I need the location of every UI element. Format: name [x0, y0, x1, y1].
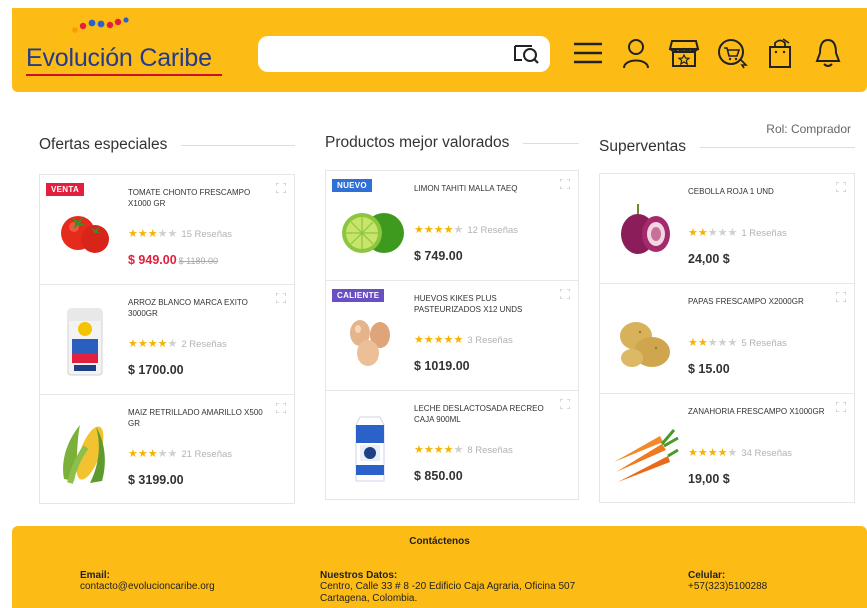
rating-stars: ★★★★★ 8 Reseñas — [414, 444, 513, 456]
header-bar: Evolución Caribe — [12, 8, 867, 92]
expand-icon[interactable] — [836, 182, 846, 192]
store-icon[interactable] — [666, 34, 702, 72]
product-price: 24,00 $ — [688, 252, 730, 266]
product-name[interactable]: LIMON TAHITI MALLA TAEQ — [414, 183, 554, 194]
expand-icon[interactable] — [276, 183, 286, 193]
section-title: Ofertas especiales — [39, 136, 295, 154]
search-input[interactable] — [268, 42, 498, 66]
rating-stars: ★★★★★ 34 Reseñas — [688, 447, 793, 459]
product-card[interactable]: PAPAS FRESCAMPO X2000GR ★★★★★ 5 Reseñas $… — [600, 284, 854, 394]
eggs-image — [350, 320, 390, 366]
footer-title: Contáctenos — [409, 536, 470, 547]
logo[interactable]: Evolución Caribe — [26, 14, 226, 78]
phone-value[interactable]: +57(323)5100288 — [688, 581, 767, 593]
product-name[interactable]: PAPAS FRESCAMPO X2000GR — [688, 296, 828, 307]
product-name[interactable]: CEBOLLA ROJA 1 UND — [688, 186, 828, 197]
product-name[interactable]: ZANAHORIA FRESCAMPO X1000GR — [688, 406, 828, 417]
bell-icon[interactable] — [810, 34, 846, 72]
product-name[interactable]: MAIZ RETRILLADO AMARILLO X500 GR — [128, 407, 268, 429]
lime-image — [342, 213, 404, 253]
product-price: $ 949.00 $ 1189.00 — [128, 253, 219, 267]
potato-image — [620, 322, 670, 367]
expand-icon[interactable] — [560, 289, 570, 299]
product-name[interactable]: HUEVOS KIKES PLUS PASTEURIZADOS X12 UNDS — [414, 293, 554, 315]
corn-image — [63, 425, 105, 484]
rating-stars: ★★★★★ 21 Reseñas — [128, 448, 233, 460]
tomato-image — [61, 216, 109, 253]
rice-bag-image — [67, 308, 103, 376]
product-name[interactable]: TOMATE CHONTO FRESCAMPO X1000 GR — [128, 187, 268, 209]
product-price: $ 15.00 — [688, 362, 730, 376]
address-value: Centro, Calle 33 # 8 -20 Edificio Caja A… — [320, 581, 576, 604]
expand-icon[interactable] — [560, 399, 570, 409]
logo-text: Evolución Caribe — [26, 44, 212, 72]
role-label: Rol: Comprador — [766, 122, 851, 136]
product-card[interactable]: ARROZ BLANCO MARCA EXITO 3000GR ★★★★★ 2 R… — [40, 285, 294, 395]
red-onion-image — [621, 204, 670, 254]
product-list: VENTA TOMATE CHONTO FRESCAMPO X1000 GR ★… — [39, 174, 295, 504]
rating-stars: ★★★★★ 15 Reseñas — [128, 228, 233, 240]
product-price: $ 1019.00 — [414, 359, 470, 373]
milk-box-image — [355, 416, 385, 482]
section-superventas: Superventas — [599, 138, 855, 156]
section-productos-mejor-valorados: Productos mejor valorados — [325, 134, 579, 152]
section-ofertas-especiales: Ofertas especiales — [39, 136, 295, 154]
footer-phone: Celular: +57(323)5100288 — [688, 570, 767, 593]
hot-badge: CALIENTE — [332, 289, 385, 302]
section-title: Productos mejor valorados — [325, 134, 579, 152]
expand-icon[interactable] — [836, 402, 846, 412]
product-price: $ 749.00 — [414, 249, 463, 263]
cart-search-icon[interactable] — [714, 34, 750, 72]
address-label: Nuestros Datos: — [320, 570, 398, 581]
product-card[interactable]: CALIENTE HUEVOS KIKES PLUS PASTEURIZADOS… — [326, 281, 578, 391]
new-badge: NUEVO — [332, 179, 372, 192]
section-title: Superventas — [599, 138, 855, 156]
product-price: $ 850.00 — [414, 469, 463, 483]
product-card[interactable]: VENTA TOMATE CHONTO FRESCAMPO X1000 GR ★… — [40, 175, 294, 285]
expand-icon[interactable] — [560, 179, 570, 189]
email-label: Email: — [80, 570, 111, 581]
product-card[interactable]: LECHE DESLACTOSADA RECREO CAJA 900ML ★★★… — [326, 391, 578, 501]
footer-email: Email: contacto@evolucioncaribe.org — [80, 570, 215, 593]
product-name[interactable]: ARROZ BLANCO MARCA EXITO 3000GR — [128, 297, 268, 319]
rating-stars: ★★★★★ 1 Reseñas — [688, 227, 787, 239]
product-card[interactable]: CEBOLLA ROJA 1 UND ★★★★★ 1 Reseñas 24,00 … — [600, 174, 854, 284]
carrot-image — [614, 429, 679, 482]
shopping-bag-icon[interactable] — [762, 34, 798, 72]
product-price: $ 1700.00 — [128, 363, 184, 377]
email-value[interactable]: contacto@evolucioncaribe.org — [80, 581, 215, 593]
user-icon[interactable] — [618, 34, 654, 72]
product-price: 19,00 $ — [688, 472, 730, 486]
product-list: CEBOLLA ROJA 1 UND ★★★★★ 1 Reseñas 24,00 … — [599, 173, 855, 503]
search-icon[interactable] — [512, 41, 542, 67]
search-box[interactable] — [258, 36, 550, 72]
menu-icon[interactable] — [570, 34, 606, 72]
rating-stars: ★★★★★ 5 Reseñas — [688, 337, 787, 349]
phone-label: Celular: — [688, 570, 726, 581]
logo-underline — [26, 74, 222, 76]
rating-stars: ★★★★★ 2 Reseñas — [128, 338, 227, 350]
product-card[interactable]: MAIZ RETRILLADO AMARILLO X500 GR ★★★★★ 21… — [40, 395, 294, 505]
product-price: $ 3199.00 — [128, 473, 184, 487]
expand-icon[interactable] — [836, 292, 846, 302]
rating-stars: ★★★★★ 3 Reseñas — [414, 334, 513, 346]
footer: Contáctenos Email: contacto@evolucioncar… — [12, 526, 867, 608]
logo-dots-icon — [60, 17, 129, 40]
product-card[interactable]: ZANAHORIA FRESCAMPO X1000GR ★★★★★ 34 Rese… — [600, 394, 854, 504]
product-list: NUEVO LIMON TAHITI MALLA TAEQ ★★★★★ 12 Re… — [325, 170, 579, 500]
rating-stars: ★★★★★ 12 Reseñas — [414, 224, 519, 236]
footer-address: Nuestros Datos: Centro, Calle 33 # 8 -20… — [320, 570, 620, 605]
product-card[interactable]: NUEVO LIMON TAHITI MALLA TAEQ ★★★★★ 12 Re… — [326, 171, 578, 281]
expand-icon[interactable] — [276, 403, 286, 413]
product-name[interactable]: LECHE DESLACTOSADA RECREO CAJA 900ML — [414, 403, 554, 425]
expand-icon[interactable] — [276, 293, 286, 303]
sale-badge: VENTA — [46, 183, 85, 196]
old-price: $ 1189.00 — [178, 256, 219, 266]
